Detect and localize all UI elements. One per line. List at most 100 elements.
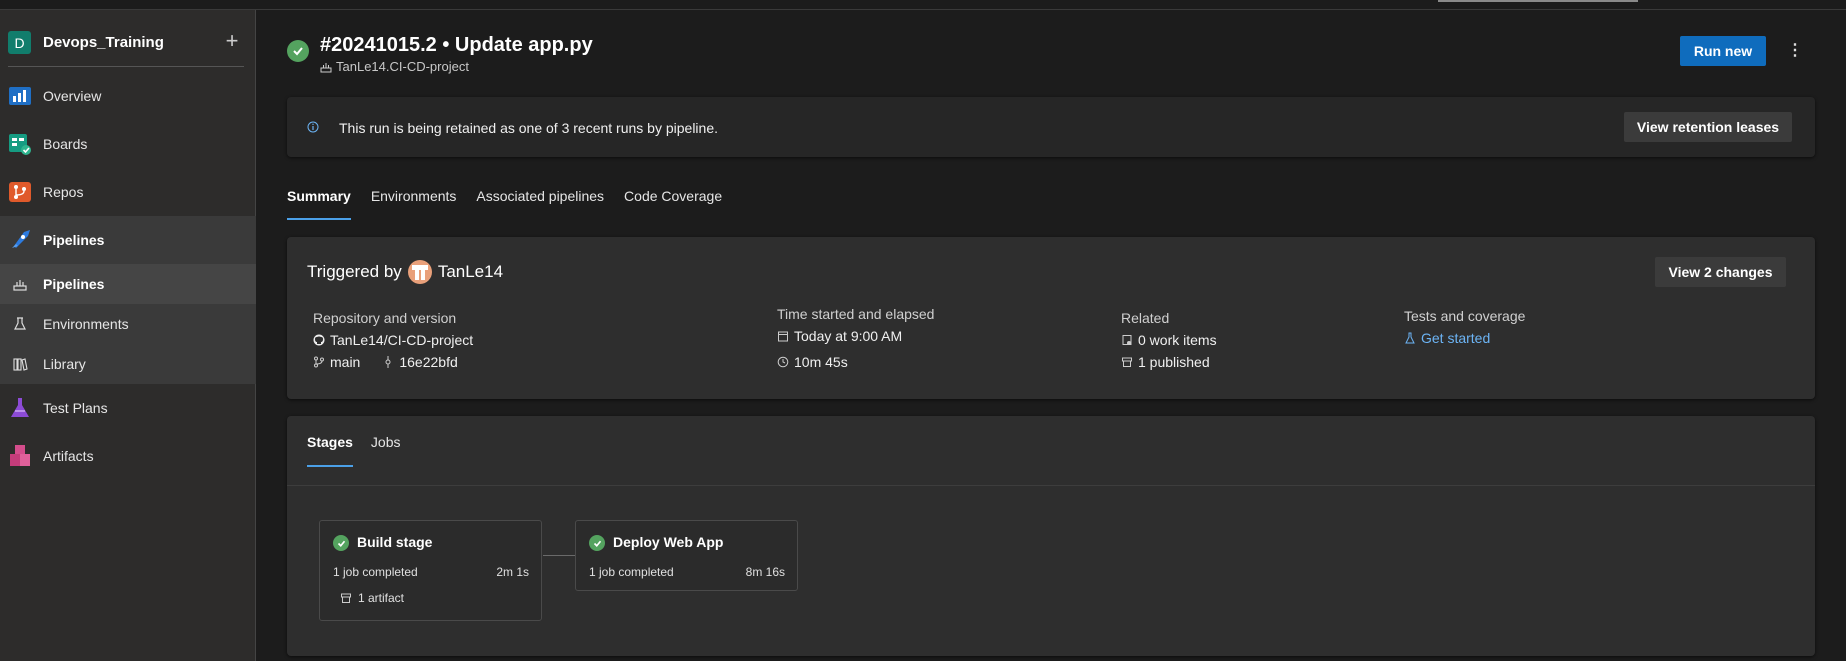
divider xyxy=(8,66,244,67)
stage-connector xyxy=(543,555,575,556)
run-title: #20241015.2 • Update app.py xyxy=(320,34,593,56)
test-plans-icon xyxy=(11,398,29,417)
sidebar-item-label: Boards xyxy=(43,136,88,152)
github-icon xyxy=(313,334,325,346)
work-item-icon xyxy=(1122,335,1132,345)
time-header: Time started and elapsed xyxy=(777,306,935,322)
top-bar xyxy=(0,0,1846,10)
sidebar-item-boards[interactable]: Boards xyxy=(0,120,256,168)
more-actions-icon[interactable]: ⋮ xyxy=(1785,40,1805,62)
stage-duration: 8m 16s xyxy=(745,565,785,579)
sidebar-item-artifacts[interactable]: Artifacts xyxy=(0,432,256,480)
artifact-box-icon xyxy=(341,593,351,603)
related-info: Related 0 work items 1 published xyxy=(1121,310,1217,376)
stage-artifact-link[interactable]: 1 artifact xyxy=(340,591,404,605)
artifacts-icon xyxy=(10,445,30,466)
triggered-by: Triggered by TanLe14 xyxy=(307,260,503,284)
stages-tabs: Stages Jobs xyxy=(307,434,419,470)
clock-icon xyxy=(777,356,789,368)
sidebar-item-label: Overview xyxy=(43,88,102,104)
started-line: Today at 9:00 AM xyxy=(777,328,934,344)
sidebar-item-repos[interactable]: Repos xyxy=(0,168,256,216)
artifact-box-icon xyxy=(1122,357,1132,367)
overview-icon xyxy=(9,87,31,105)
pipelines-icon xyxy=(12,230,30,248)
retention-banner: This run is being retained as one of 3 r… xyxy=(287,97,1815,157)
repo-info: Repository and version TanLe14/CI-CD-pro… xyxy=(313,310,473,376)
project-avatar: D xyxy=(8,31,31,54)
get-started-link[interactable]: Get started xyxy=(1421,330,1490,346)
triggered-by-user[interactable]: TanLe14 xyxy=(438,262,503,282)
project-name[interactable]: Devops_Training xyxy=(43,34,164,51)
commit-id[interactable]: 16e22bfd xyxy=(399,354,457,370)
tab-summary[interactable]: Summary xyxy=(287,188,351,222)
sidebar-item-label: Artifacts xyxy=(43,448,94,464)
sidebar-subitem-label: Environments xyxy=(43,316,129,332)
run-tabs: Summary Environments Associated pipeline… xyxy=(287,188,742,222)
stages-card: Stages Jobs Build stage 1 job completed … xyxy=(287,416,1815,656)
pipeline-name[interactable]: TanLe14.CI-CD-project xyxy=(320,59,469,74)
tab-environments[interactable]: Environments xyxy=(371,188,457,222)
stage-artifact-text[interactable]: 1 artifact xyxy=(358,591,404,605)
sidebar-subitem-label: Pipelines xyxy=(43,276,105,292)
sidebar-subitem-environments[interactable]: Environments xyxy=(0,304,256,344)
repo-name[interactable]: TanLe14/CI-CD-project xyxy=(330,332,473,348)
repo-header: Repository and version xyxy=(313,310,457,326)
divider xyxy=(287,485,1815,486)
stage-card-build[interactable]: Build stage 1 job completed 2m 1s 1 arti… xyxy=(319,520,542,621)
tab-stages[interactable]: Stages xyxy=(307,434,353,470)
work-items-line[interactable]: 0 work items xyxy=(1121,332,1217,348)
stage-success-icon xyxy=(333,535,349,551)
sidebar-item-label: Pipelines xyxy=(43,232,105,248)
started-time: Today at 9:00 AM xyxy=(794,328,903,344)
repos-icon xyxy=(9,182,31,202)
sidebar-item-pipelines[interactable]: Pipelines xyxy=(0,216,256,264)
work-items-count[interactable]: 0 work items xyxy=(1138,332,1217,348)
pipeline-sub-icon xyxy=(13,280,27,291)
view-retention-leases-button[interactable]: View retention leases xyxy=(1624,112,1792,142)
pipeline-icon xyxy=(320,62,332,72)
tests-header: Tests and coverage xyxy=(1404,308,1526,324)
run-success-icon xyxy=(287,40,309,62)
run-new-button[interactable]: Run new xyxy=(1680,36,1766,66)
library-icon xyxy=(13,358,28,371)
stage-jobs: 1 job completed xyxy=(589,565,674,579)
branch-name[interactable]: main xyxy=(330,354,360,370)
flask-icon xyxy=(1405,332,1415,344)
elapsed-time: 10m 45s xyxy=(794,354,848,370)
published-line[interactable]: 1 published xyxy=(1121,354,1217,370)
tab-code-coverage[interactable]: Code Coverage xyxy=(624,188,722,222)
elapsed-line: 10m 45s xyxy=(777,354,934,370)
branch-icon xyxy=(314,356,324,368)
published-count[interactable]: 1 published xyxy=(1138,354,1210,370)
sidebar-item-label: Repos xyxy=(43,184,84,200)
add-icon[interactable]: + xyxy=(222,28,242,54)
tab-jobs[interactable]: Jobs xyxy=(371,434,401,470)
sidebar-item-test-plans[interactable]: Test Plans xyxy=(0,384,256,432)
project-header[interactable]: D Devops_Training + xyxy=(0,20,256,64)
environments-icon xyxy=(14,317,26,330)
time-info: Time started and elapsed Today at 9:00 A… xyxy=(777,306,934,376)
repo-line[interactable]: TanLe14/CI-CD-project xyxy=(313,332,473,348)
search-box-edge[interactable] xyxy=(1438,0,1638,2)
related-header: Related xyxy=(1121,310,1170,326)
stage-name: Deploy Web App xyxy=(613,534,724,550)
retention-message: This run is being retained as one of 3 r… xyxy=(339,120,719,136)
tests-line[interactable]: Get started xyxy=(1404,330,1525,346)
commit-icon xyxy=(385,356,391,368)
sidebar-subitem-label: Library xyxy=(43,356,86,372)
tab-associated-pipelines[interactable]: Associated pipelines xyxy=(476,188,604,222)
sidebar: D Devops_Training + Overview Boards Repo… xyxy=(0,10,256,661)
stage-card-deploy[interactable]: Deploy Web App 1 job completed 8m 16s xyxy=(575,520,798,591)
sidebar-item-overview[interactable]: Overview xyxy=(0,72,256,120)
sidebar-item-label: Test Plans xyxy=(43,400,108,416)
stage-name: Build stage xyxy=(357,534,433,550)
sidebar-subitem-library[interactable]: Library xyxy=(0,344,256,384)
calendar-icon xyxy=(778,331,788,342)
pipeline-name-text[interactable]: TanLe14.CI-CD-project xyxy=(336,59,469,74)
avatar xyxy=(407,260,432,284)
sidebar-subitem-pipelines[interactable]: Pipelines xyxy=(0,264,256,304)
view-changes-button[interactable]: View 2 changes xyxy=(1655,257,1786,287)
version-line: main 16e22bfd xyxy=(313,354,473,370)
tests-info: Tests and coverage Get started xyxy=(1404,308,1525,352)
